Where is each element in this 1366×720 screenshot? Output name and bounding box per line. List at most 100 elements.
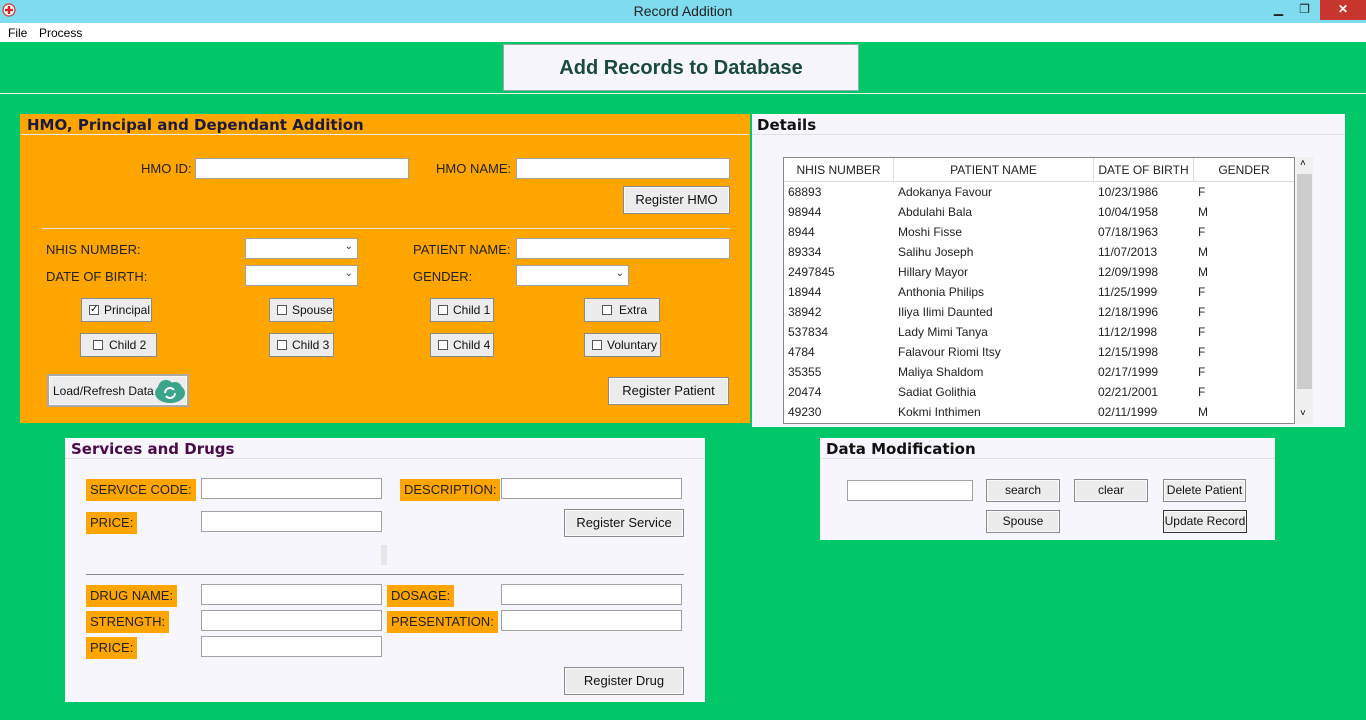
- drug-price-input[interactable]: [201, 636, 382, 657]
- checkbox-voluntary[interactable]: Voluntary: [584, 333, 661, 357]
- table-row[interactable]: 49230 Kokmi Inthimen 02/11/1999 M: [784, 402, 1294, 422]
- table-cell: F: [1198, 225, 1206, 239]
- table-cell: 49230: [788, 405, 822, 419]
- table-cell: 38942: [788, 305, 822, 319]
- table-cell: Moshi Fisse: [898, 225, 963, 239]
- divider: [0, 93, 1366, 94]
- table-cell: F: [1198, 305, 1206, 319]
- strength-label: STRENGTH:: [86, 611, 170, 633]
- column-header[interactable]: DATE OF BIRTH: [1094, 158, 1194, 182]
- page-title: Add Records to Database: [559, 57, 803, 79]
- checkbox-box: [602, 305, 612, 315]
- strength-input[interactable]: [201, 610, 382, 631]
- dosage-input[interactable]: [501, 584, 682, 605]
- table-cell: 11/12/1998: [1098, 325, 1158, 339]
- table-cell: Hillary Mayor: [898, 265, 969, 279]
- cloud-refresh-icon: [155, 380, 185, 403]
- table-row[interactable]: 89334 Salihu Joseph 11/07/2013 M: [784, 242, 1294, 262]
- table-cell: Anthonia Philips: [898, 285, 985, 299]
- presentation-input[interactable]: [501, 610, 682, 631]
- hmo-name-label: HMO NAME:: [436, 161, 512, 176]
- table-cell: M: [1198, 245, 1208, 259]
- checkbox-child-2[interactable]: Child 2: [80, 333, 157, 357]
- hmo-name-input[interactable]: [516, 158, 730, 179]
- table-row[interactable]: 38942 Iliya Ilimi Daunted 12/18/1996 F: [784, 302, 1294, 322]
- close-button[interactable]: ✕: [1320, 0, 1366, 20]
- date-of-birth-select[interactable]: ⌄: [245, 265, 358, 286]
- register-hmo-button[interactable]: Register HMO: [623, 186, 730, 214]
- date-of-birth-label: DATE OF BIRTH:: [46, 269, 148, 284]
- hmo-id-input[interactable]: [195, 158, 409, 179]
- table-row[interactable]: 18944 Anthonia Philips 11/25/1999 F: [784, 282, 1294, 302]
- divider: [21, 134, 749, 135]
- presentation-label: PRESENTATION:: [387, 611, 498, 633]
- spouse-button[interactable]: Spouse: [986, 510, 1060, 533]
- delete-patient-button[interactable]: Delete Patient: [1163, 479, 1246, 502]
- description-label: DESCRIPTION:: [400, 479, 501, 501]
- table-cell: F: [1198, 385, 1206, 399]
- minimize-button[interactable]: ▁: [1265, 0, 1292, 20]
- gender-label: GENDER:: [413, 269, 473, 284]
- menu-process[interactable]: Process: [39, 26, 82, 40]
- description-input[interactable]: [501, 478, 682, 499]
- drug-price-label: PRICE:: [86, 637, 138, 659]
- table-row[interactable]: 8944 Moshi Fisse 07/18/1963 F: [784, 222, 1294, 242]
- nhis-number-select[interactable]: ⌄: [245, 238, 358, 259]
- table-row[interactable]: 68893 Adokanya Favour 10/23/1986 F: [784, 182, 1294, 202]
- maximize-button[interactable]: ❐: [1291, 0, 1318, 20]
- patient-name-input[interactable]: [516, 238, 730, 259]
- title-bar: Record Addition ▁ ❐ ✕: [0, 0, 1366, 23]
- checkbox-principal[interactable]: ✓ Principal: [81, 298, 152, 322]
- checkbox-child-4[interactable]: Child 4: [430, 333, 494, 357]
- table-cell: Salihu Joseph: [898, 245, 974, 259]
- menu-file[interactable]: File: [8, 26, 27, 40]
- data-modification-title: Data Modification: [826, 440, 976, 458]
- table-cell: F: [1198, 345, 1206, 359]
- search-button[interactable]: search: [986, 479, 1060, 502]
- table-row[interactable]: 4784 Falavour Riomi Itsy 12/15/1998 F: [784, 342, 1294, 362]
- table-cell: Lady Mimi Tanya: [898, 325, 988, 339]
- checkbox-box: [93, 340, 103, 350]
- update-record-button[interactable]: Update Record: [1163, 510, 1247, 533]
- scroll-down-icon[interactable]: ˅: [1300, 408, 1306, 419]
- table-cell: 11/25/1999: [1098, 285, 1158, 299]
- checkbox-box: [277, 340, 287, 350]
- table-cell: 12/18/1996: [1098, 305, 1159, 319]
- checkbox-child-1[interactable]: Child 1: [430, 298, 494, 322]
- checkbox-child-3[interactable]: Child 3: [269, 333, 334, 357]
- checkbox-extra[interactable]: Extra: [584, 298, 660, 322]
- table-row[interactable]: 98944 Abdulahi Bala 10/04/1958 M: [784, 202, 1294, 222]
- register-patient-button[interactable]: Register Patient: [608, 377, 729, 405]
- page-header: Add Records to Database: [503, 44, 859, 91]
- divider: [752, 134, 1345, 135]
- table-cell: 07/18/1963: [1098, 225, 1159, 239]
- gender-select[interactable]: ⌄: [516, 265, 629, 286]
- drug-name-input[interactable]: [201, 584, 382, 605]
- table-cell: 35355: [788, 365, 822, 379]
- checkbox-box: [438, 340, 448, 350]
- table-row[interactable]: 20474 Sadiat Golithia 02/21/2001 F: [784, 382, 1294, 402]
- scroll-up-icon[interactable]: ˄: [1300, 158, 1306, 169]
- hmo-id-label: HMO ID:: [141, 161, 192, 176]
- drug-name-label: DRUG NAME:: [86, 585, 178, 607]
- column-header[interactable]: GENDER: [1194, 158, 1294, 182]
- patient-table[interactable]: NHIS NUMBER PATIENT NAME DATE OF BIRTH G…: [783, 157, 1295, 424]
- price-input[interactable]: [201, 511, 382, 532]
- scrollbar-thumb[interactable]: [1297, 174, 1312, 389]
- clear-button[interactable]: clear: [1074, 479, 1148, 502]
- table-cell: F: [1198, 365, 1206, 379]
- table-row[interactable]: 2497845 Hillary Mayor 12/09/1998 M: [784, 262, 1294, 282]
- table-row[interactable]: 537834 Lady Mimi Tanya 11/12/1998 F: [784, 322, 1294, 342]
- table-cell: M: [1198, 265, 1208, 279]
- search-input[interactable]: [847, 480, 973, 501]
- register-drug-button[interactable]: Register Drug: [564, 667, 684, 695]
- checkbox-spouse[interactable]: Spouse: [269, 298, 334, 322]
- service-code-input[interactable]: [201, 478, 382, 499]
- checkbox-box: [592, 340, 602, 350]
- table-cell: F: [1198, 285, 1206, 299]
- column-header[interactable]: PATIENT NAME: [894, 158, 1094, 182]
- table-row[interactable]: 35355 Maliya Shaldom 02/17/1999 F: [784, 362, 1294, 382]
- load-refresh-button[interactable]: Load/Refresh Data: [47, 374, 189, 407]
- column-header[interactable]: NHIS NUMBER: [784, 158, 894, 182]
- register-service-button[interactable]: Register Service: [564, 509, 684, 537]
